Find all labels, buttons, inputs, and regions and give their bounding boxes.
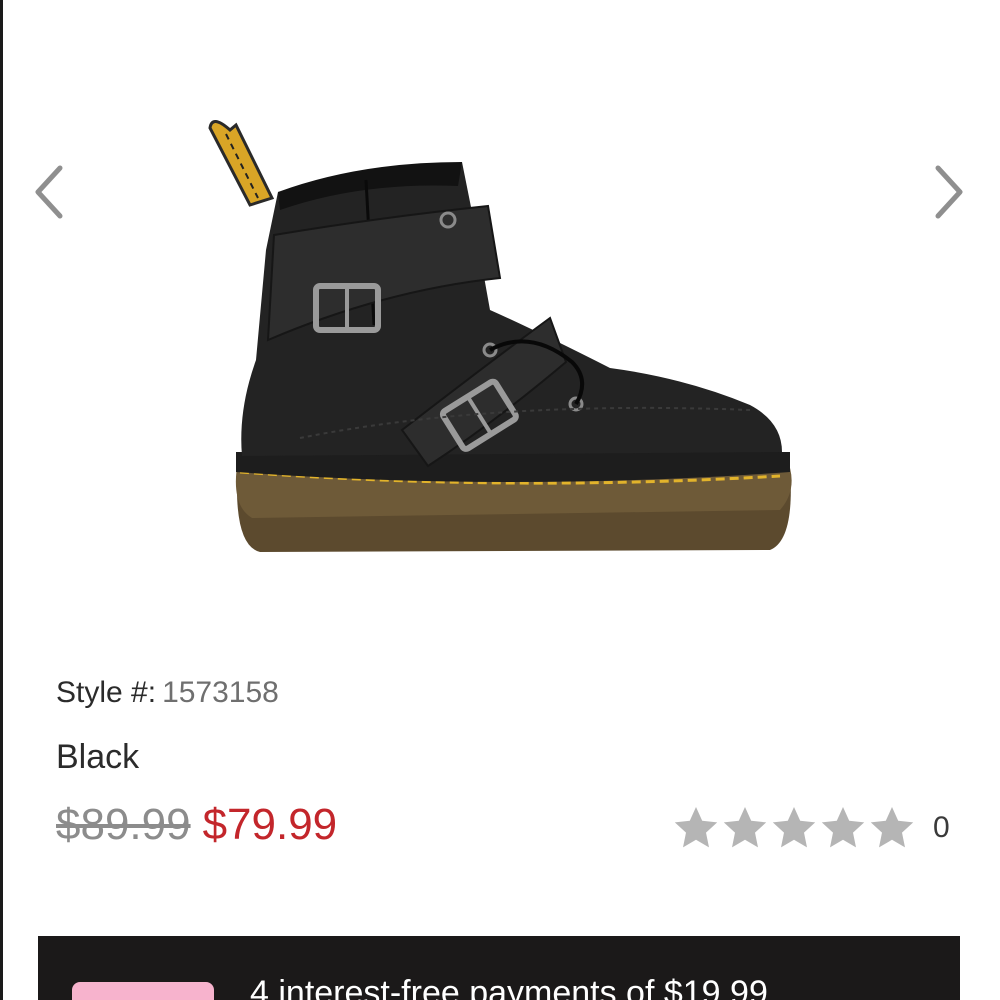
chevron-left-icon [35,165,63,219]
style-label: Style #: [56,676,157,709]
star-icon [868,804,916,852]
product-image[interactable] [190,100,810,580]
gallery-prev-button[interactable] [30,160,70,224]
installment-payment-banner[interactable]: 4 interest-free payments of $19.99 [38,936,960,1000]
original-price: $89.99 [56,800,191,849]
style-number: 1573158 [162,676,279,709]
star-icon [672,804,720,852]
star-icon [721,804,769,852]
sale-price: $79.99 [202,800,338,849]
price-row: $89.99 $79.99 [56,800,337,850]
product-gallery [0,0,1000,640]
review-count[interactable]: 0 [933,811,950,845]
star-icon [770,804,818,852]
boot-image [208,120,792,552]
star-icon [819,804,867,852]
installment-text: 4 interest-free payments of $19.99 [250,974,768,1000]
payment-provider-logo [72,982,214,1000]
rating-stars[interactable]: 0 [672,804,950,852]
chevron-right-icon [935,165,963,219]
gallery-next-button[interactable] [928,160,968,224]
color-name: Black [56,738,140,776]
style-number-line: Style #: 1573158 [56,676,279,710]
